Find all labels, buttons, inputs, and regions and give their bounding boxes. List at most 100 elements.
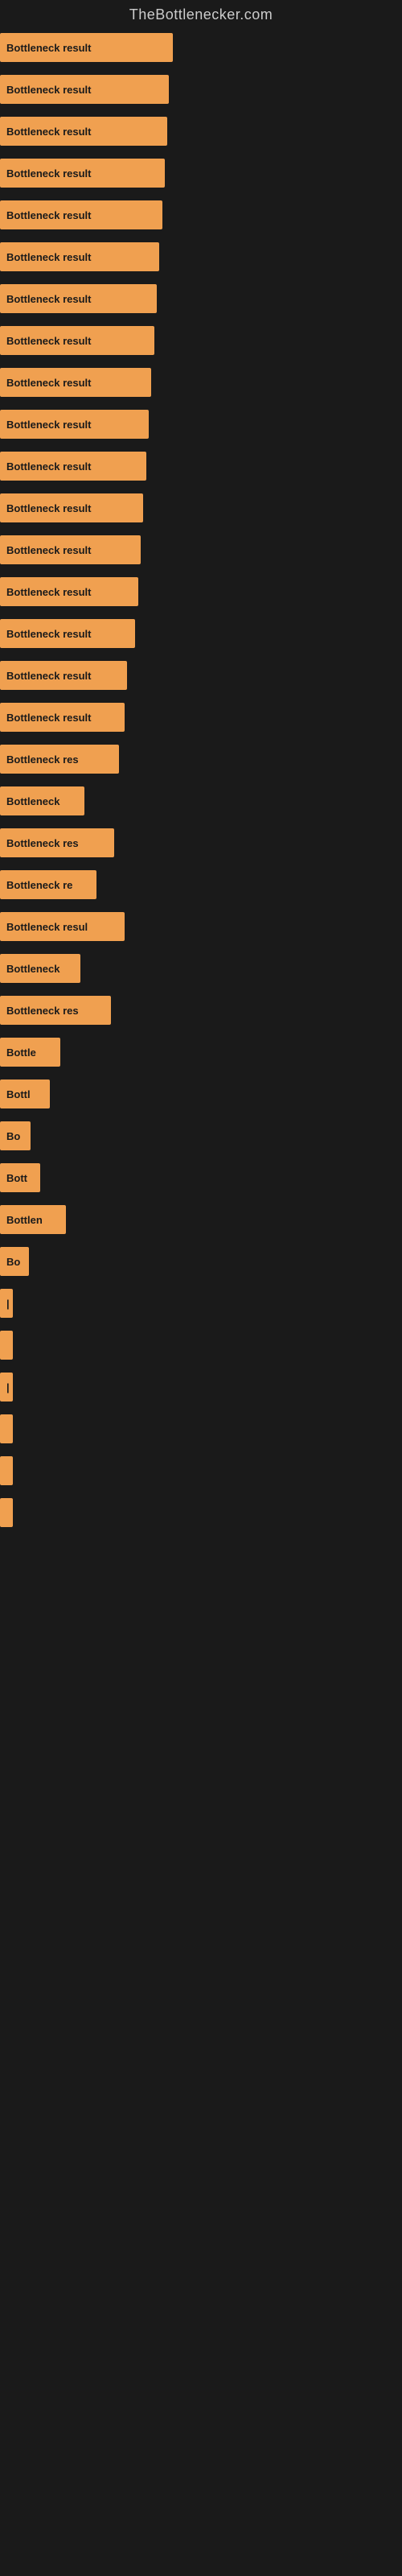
bar-row: Bottleneck result — [0, 27, 402, 68]
bar-row: Bottleneck resul — [0, 906, 402, 947]
bar-row: Bottleneck — [0, 780, 402, 822]
bar-row: Bottleneck result — [0, 320, 402, 361]
bar-label: Bottleneck result — [6, 84, 91, 96]
bar-label: Bott — [6, 1172, 27, 1184]
bar-label: Bottleneck res — [6, 1005, 79, 1017]
bar-label: Bo — [6, 1256, 20, 1268]
bar-row: Bottleneck result — [0, 68, 402, 110]
result-bar[interactable]: Bottleneck res — [0, 828, 114, 857]
result-bar[interactable]: Bottleneck res — [0, 996, 111, 1025]
bar-row: Bottleneck result — [0, 445, 402, 487]
bar-label: Bottleneck res — [6, 837, 79, 849]
result-bar[interactable]: Bottleneck — [0, 786, 84, 815]
result-bar[interactable]: Bottl — [0, 1080, 50, 1108]
result-bar[interactable]: Bottleneck result — [0, 284, 157, 313]
bar-row: | — [0, 1366, 402, 1408]
bar-label: Bottleneck resul — [6, 921, 88, 933]
bar-label: Bottl — [6, 1088, 31, 1100]
result-bar[interactable]: Bottleneck result — [0, 33, 173, 62]
result-bar[interactable]: Bottleneck result — [0, 368, 151, 397]
result-bar[interactable]: Bottleneck result — [0, 326, 154, 355]
bar-row: Bottleneck result — [0, 529, 402, 571]
bar-row: Bo — [0, 1115, 402, 1157]
result-bar[interactable]: Bottleneck result — [0, 493, 143, 522]
result-bar[interactable]: Bottleneck result — [0, 452, 146, 481]
bar-row: Bottle — [0, 1031, 402, 1073]
bar-row: Bottleneck result — [0, 403, 402, 445]
bar-row: | — [0, 1282, 402, 1324]
result-bar[interactable]: Bo — [0, 1121, 31, 1150]
bar-label: Bottleneck result — [6, 251, 91, 263]
bar-label: Bottleneck result — [6, 419, 91, 431]
bar-label: Bottle — [6, 1046, 36, 1059]
result-bar[interactable]: Bottleneck resul — [0, 912, 125, 941]
result-bar[interactable]: Bottleneck result — [0, 117, 167, 146]
result-bar[interactable]: Bo — [0, 1247, 29, 1276]
result-bar[interactable]: Bottleneck result — [0, 200, 162, 229]
bar-label: | — [6, 1381, 10, 1393]
bar-row: Bottleneck result — [0, 696, 402, 738]
bar-row: Bottlen — [0, 1199, 402, 1241]
bar-label: Bottleneck result — [6, 712, 91, 724]
bar-row: Bottleneck result — [0, 361, 402, 403]
bar-label: Bottleneck — [6, 963, 59, 975]
result-bar[interactable]: | — [0, 1373, 13, 1402]
bar-label: Bottleneck re — [6, 879, 72, 891]
result-bar[interactable]: Bottleneck res — [0, 745, 119, 774]
bar-label: Bottlen — [6, 1214, 43, 1226]
result-bar[interactable] — [0, 1414, 13, 1443]
result-bar[interactable] — [0, 1331, 13, 1360]
result-bar[interactable]: Bott — [0, 1163, 40, 1192]
result-bar[interactable]: Bottleneck result — [0, 159, 165, 188]
result-bar[interactable]: Bottle — [0, 1038, 60, 1067]
bar-row: Bottleneck result — [0, 571, 402, 613]
site-title: TheBottlenecker.com — [0, 0, 402, 27]
result-bar[interactable]: Bottleneck result — [0, 703, 125, 732]
bar-row: Bottleneck res — [0, 989, 402, 1031]
result-bar[interactable]: Bottleneck result — [0, 242, 159, 271]
bar-row — [0, 1492, 402, 1534]
bar-row: Bottleneck result — [0, 236, 402, 278]
bar-row — [0, 1324, 402, 1366]
bar-row: Bottleneck result — [0, 152, 402, 194]
bar-label: Bottleneck result — [6, 460, 91, 473]
bar-label: Bottleneck result — [6, 335, 91, 347]
result-bar[interactable] — [0, 1498, 13, 1527]
bar-label: | — [6, 1298, 10, 1310]
bar-row — [0, 1450, 402, 1492]
bar-label: Bottleneck result — [6, 209, 91, 221]
result-bar[interactable]: Bottleneck result — [0, 661, 127, 690]
bar-label: Bottleneck result — [6, 586, 91, 598]
result-bar[interactable]: Bottlen — [0, 1205, 66, 1234]
bar-label: Bo — [6, 1130, 20, 1142]
bar-label: Bottleneck res — [6, 753, 79, 766]
result-bar[interactable]: | — [0, 1289, 13, 1318]
bar-label: Bottleneck result — [6, 167, 91, 180]
bar-label: Bottleneck — [6, 795, 59, 807]
bar-label: Bottleneck result — [6, 544, 91, 556]
result-bar[interactable]: Bottleneck result — [0, 535, 141, 564]
bar-row: Bottleneck re — [0, 864, 402, 906]
bar-label: Bottleneck result — [6, 293, 91, 305]
result-bar[interactable]: Bottleneck re — [0, 870, 96, 899]
bar-row: Bottleneck result — [0, 654, 402, 696]
result-bar[interactable]: Bottleneck result — [0, 577, 138, 606]
bar-row: Bottl — [0, 1073, 402, 1115]
result-bar[interactable]: Bottleneck result — [0, 619, 135, 648]
result-bar[interactable]: Bottleneck result — [0, 410, 149, 439]
bar-row: Bo — [0, 1241, 402, 1282]
bar-label: Bottleneck result — [6, 628, 91, 640]
bar-row: Bottleneck result — [0, 613, 402, 654]
bar-row — [0, 1408, 402, 1450]
bar-row: Bottleneck result — [0, 278, 402, 320]
bar-label: Bottleneck result — [6, 670, 91, 682]
result-bar[interactable]: Bottleneck — [0, 954, 80, 983]
bar-row: Bottleneck res — [0, 822, 402, 864]
result-bar[interactable]: Bottleneck result — [0, 75, 169, 104]
bar-row: Bottleneck result — [0, 487, 402, 529]
bar-label: Bottleneck result — [6, 502, 91, 514]
bar-row: Bott — [0, 1157, 402, 1199]
bar-label: Bottleneck result — [6, 377, 91, 389]
bar-row: Bottleneck result — [0, 110, 402, 152]
result-bar[interactable] — [0, 1456, 13, 1485]
